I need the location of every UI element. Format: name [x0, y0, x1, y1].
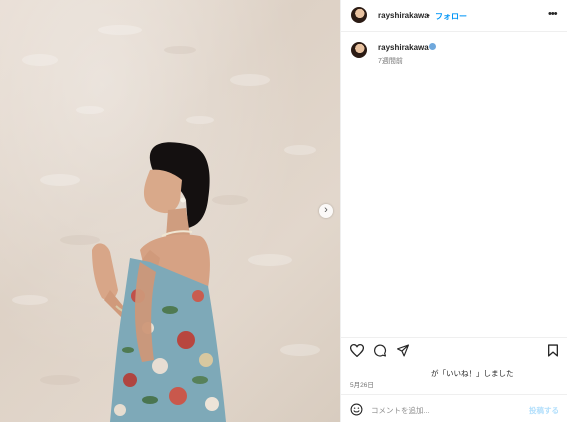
heart-icon [349, 344, 365, 358]
likes-text[interactable]: が「いいね！」しました [431, 368, 514, 379]
post-date[interactable]: 5月26日 [350, 379, 374, 389]
photo-illustration [12, 25, 320, 422]
more-options-button[interactable]: ••• [548, 8, 558, 20]
caption-time-ago: 7週間前 [378, 58, 403, 65]
post-sidebar: rayshirakawa • フォロー ••• rayshirakawa 7週間… [340, 0, 567, 422]
caption-username[interactable]: rayshirakawa [378, 43, 429, 52]
comment-button[interactable] [373, 344, 387, 362]
separator-dot: • [427, 11, 430, 20]
caption-avatar[interactable] [351, 42, 367, 58]
like-button[interactable] [349, 344, 365, 362]
action-bar [341, 337, 567, 363]
post-comment-button[interactable]: 投稿する [529, 405, 559, 416]
avatar[interactable] [351, 7, 367, 23]
post-header: rayshirakawa • フォロー ••• [341, 0, 567, 32]
comment-icon [374, 344, 387, 357]
post-image[interactable]: › [0, 0, 340, 422]
more-horizontal-icon: ••• [548, 8, 558, 20]
follow-button[interactable]: フォロー [435, 11, 467, 22]
header-username[interactable]: rayshirakawa [378, 11, 429, 20]
comment-input[interactable] [371, 404, 521, 416]
paper-plane-icon [396, 344, 410, 357]
chevron-right-icon: › [324, 204, 328, 216]
bookmark-icon [548, 344, 558, 357]
save-button[interactable] [547, 344, 559, 362]
next-image-button[interactable]: › [319, 204, 333, 218]
comment-bar: 投稿する [341, 394, 567, 423]
smiley-icon [350, 403, 363, 416]
share-button[interactable] [396, 344, 410, 362]
verified-badge-icon [429, 43, 436, 50]
emoji-button[interactable] [350, 403, 363, 421]
